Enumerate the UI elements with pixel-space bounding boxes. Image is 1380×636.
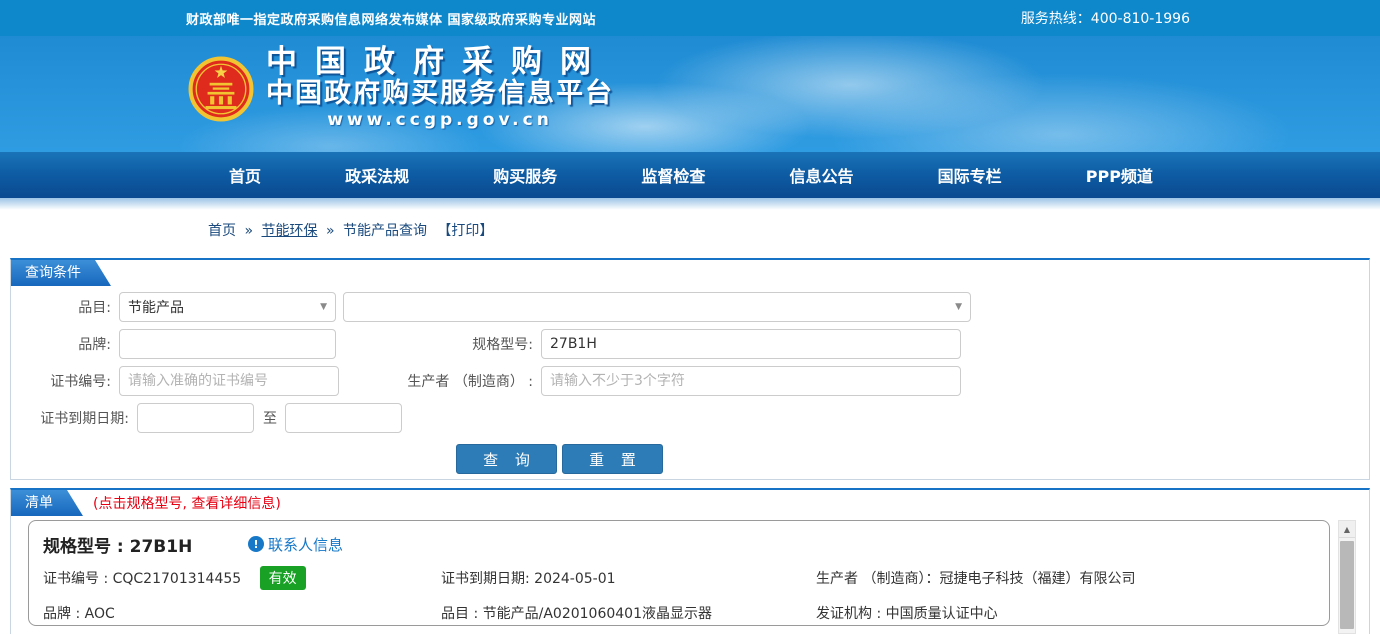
category-select[interactable]: 节能产品 ▼ [119, 292, 336, 322]
result-model-link[interactable]: 规格型号 : 27B1H [43, 532, 248, 557]
cert-expiry-label: 证书到期日期: [11, 408, 137, 428]
query-panel-tab: 查询条件 [11, 260, 111, 286]
date-range-separator: 至 [263, 408, 277, 428]
cert-number-label: 证书编号: [11, 371, 119, 391]
breadcrumb: 首页 » 节能环保 » 节能产品查询 【打印】 [0, 210, 1380, 240]
result-category: 品目 : 节能产品/A0201060401液晶显示器 [441, 603, 816, 623]
site-title: 中国政府采购网 [266, 46, 614, 79]
nav-item-regulations[interactable]: 政采法规 [345, 163, 409, 187]
search-button[interactable]: 查 询 [456, 444, 557, 474]
nav-item-supervision[interactable]: 监督检查 [641, 163, 705, 187]
form-row-category: 品目: 节能产品 ▼ ▼ [11, 292, 1369, 322]
cert-number-input[interactable] [119, 366, 339, 396]
main-content: 查询条件 品目: 节能产品 ▼ ▼ 品牌: 规格型号: 证书 [10, 258, 1370, 634]
breadcrumb-separator: » [244, 223, 253, 239]
breadcrumb-separator: » [326, 223, 335, 239]
result-brand: 品牌 : AOC [43, 603, 441, 623]
topbar-hotline: 服务热线：400-810-1996 [1021, 8, 1190, 28]
site-subtitle: 中国政府购买服务信息平台 [266, 79, 614, 109]
nav-item-home[interactable]: 首页 [229, 163, 261, 187]
brand-input[interactable] [119, 329, 336, 359]
nav-shadow [0, 198, 1380, 210]
result-card-details: 证书编号 : CQC21701314455 有效 证书到期日期: 2024-05… [43, 566, 1315, 623]
nav-item-announcements[interactable]: 信息公告 [790, 163, 854, 187]
subcategory-select[interactable]: ▼ [343, 292, 971, 322]
scroll-up-button[interactable]: ▲ [1339, 521, 1355, 538]
site-logo[interactable]: 中国政府采购网 中国政府购买服务信息平台 www.ccgp.gov.cn [188, 46, 614, 131]
list-scrollbar[interactable]: ▲ [1338, 520, 1356, 634]
reset-button[interactable]: 重 置 [562, 444, 663, 474]
breadcrumb-section: 首页 » 节能环保 » 节能产品查询 【打印】 [0, 198, 1380, 258]
breadcrumb-section-link[interactable]: 节能环保 [261, 223, 317, 239]
list-panel: 清单 (点击规格型号, 查看详细信息) 规格型号 : 27B1H ! 联系人信息… [10, 488, 1370, 634]
main-nav: 首页 政采法规 购买服务 监督检查 信息公告 国际专栏 PPP频道 [0, 152, 1380, 198]
category-select-value: 节能产品 [128, 297, 184, 317]
form-row-brand-model: 品牌: 规格型号: [11, 329, 1369, 359]
print-link[interactable]: 【打印】 [437, 223, 493, 239]
result-cert-number: 证书编号 : CQC21701314455 [43, 571, 241, 587]
contact-info: ! 联系人信息 [248, 534, 343, 555]
scroll-thumb[interactable] [1340, 541, 1354, 629]
topbar-tagline: 财政部唯一指定政府采购信息网络发布媒体 国家级政府采购专业网站 [186, 9, 596, 28]
model-label: 规格型号: [336, 334, 541, 354]
chevron-down-icon: ▼ [320, 302, 327, 312]
expiry-end-date-input[interactable] [285, 403, 402, 433]
category-label: 品目: [11, 297, 119, 317]
model-input[interactable] [541, 329, 961, 359]
site-url: www.ccgp.gov.cn [266, 109, 614, 131]
result-cert-cell: 证书编号 : CQC21701314455 有效 [43, 566, 441, 590]
breadcrumb-home-link[interactable]: 首页 [208, 223, 236, 239]
result-manufacturer: 生产者 （制造商）：冠捷电子科技（福建）有限公司 [816, 568, 1315, 588]
nav-item-ppp[interactable]: PPP频道 [1086, 163, 1153, 187]
result-card-header: 规格型号 : 27B1H ! 联系人信息 [43, 530, 1315, 558]
site-titles: 中国政府采购网 中国政府购买服务信息平台 www.ccgp.gov.cn [266, 46, 614, 131]
expiry-start-date-input[interactable] [137, 403, 254, 433]
status-badge: 有效 [260, 566, 306, 590]
brand-label: 品牌: [11, 334, 119, 354]
result-expiry: 证书到期日期: 2024-05-01 [441, 568, 816, 588]
query-form: 品目: 节能产品 ▼ ▼ 品牌: 规格型号: 证书编号: 生产者 （ [11, 292, 1369, 474]
manufacturer-label: 生产者 （制造商） : [339, 371, 541, 391]
topbar: 财政部唯一指定政府采购信息网络发布媒体 国家级政府采购专业网站 服务热线：400… [0, 0, 1380, 36]
site-header: 中国政府采购网 中国政府购买服务信息平台 www.ccgp.gov.cn [0, 36, 1380, 152]
list-tab-row: 清单 (点击规格型号, 查看详细信息) [11, 490, 1369, 516]
breadcrumb-current: 节能产品查询 [343, 223, 427, 239]
query-panel: 查询条件 品目: 节能产品 ▼ ▼ 品牌: 规格型号: 证书 [10, 258, 1370, 480]
list-hint-note: (点击规格型号, 查看详细信息) [93, 493, 281, 513]
result-issuer: 发证机构 : 中国质量认证中心 [816, 603, 1315, 623]
form-buttons: 查 询 重 置 [456, 444, 1369, 474]
national-emblem-icon [188, 56, 254, 122]
nav-item-purchase-services[interactable]: 购买服务 [493, 163, 557, 187]
contact-info-link[interactable]: 联系人信息 [268, 534, 343, 555]
form-row-cert-manufacturer: 证书编号: 生产者 （制造商） : [11, 366, 1369, 396]
main-nav-inner: 首页 政采法规 购买服务 监督检查 信息公告 国际专栏 PPP频道 [229, 152, 1153, 198]
nav-item-international[interactable]: 国际专栏 [938, 163, 1002, 187]
list-panel-tab: 清单 [11, 490, 83, 516]
form-row-expiry: 证书到期日期: 至 [11, 403, 1369, 433]
result-card: 规格型号 : 27B1H ! 联系人信息 证书编号 : CQC217013144… [28, 520, 1330, 626]
info-icon: ! [248, 536, 264, 552]
manufacturer-input[interactable] [541, 366, 961, 396]
chevron-down-icon: ▼ [955, 302, 962, 312]
